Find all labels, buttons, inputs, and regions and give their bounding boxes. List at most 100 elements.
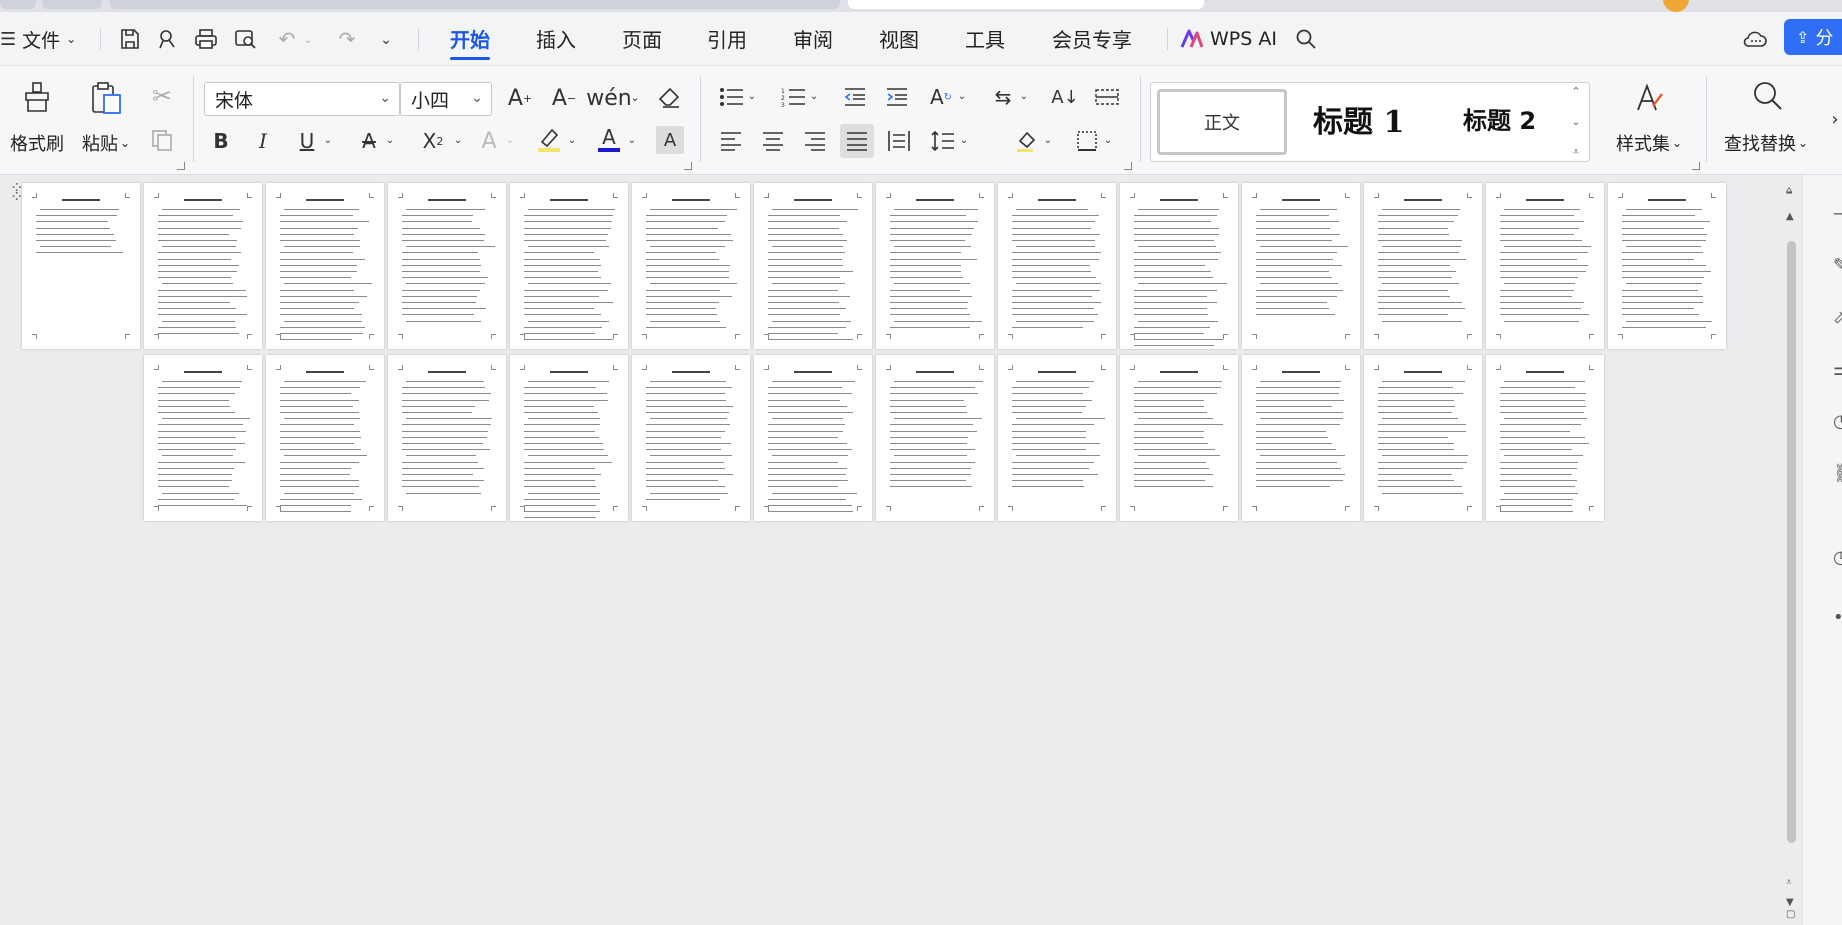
- phonetic-guide-icon[interactable]: wén: [586, 82, 631, 114]
- style-set-dropdown[interactable]: 样式集 ⌄: [1616, 130, 1682, 156]
- scroll-top-icon[interactable]: ⩠: [1786, 185, 1792, 196]
- grow-font-icon[interactable]: A +: [504, 82, 536, 114]
- page-thumbnail[interactable]: [1364, 355, 1482, 521]
- font-dialog-launcher[interactable]: [684, 162, 692, 170]
- sidebar-history-icon[interactable]: ◷: [1833, 547, 1842, 568]
- align-left-icon[interactable]: [716, 126, 746, 156]
- page-thumbnail[interactable]: [754, 355, 872, 521]
- chevron-down-icon[interactable]: ⌄: [1571, 115, 1580, 128]
- strikethrough-icon[interactable]: A: [354, 126, 384, 156]
- align-right-icon[interactable]: [800, 126, 830, 156]
- page-thumbnail[interactable]: [1608, 183, 1726, 349]
- underline-icon[interactable]: U: [292, 126, 322, 156]
- page-thumbnail[interactable]: [876, 183, 994, 349]
- shrink-font-icon[interactable]: A −: [548, 82, 580, 114]
- chevron-down-icon[interactable]: ⌄: [384, 134, 396, 146]
- font-size-select[interactable]: 小四 ⌄: [400, 82, 492, 116]
- chevron-down-icon[interactable]: ⌄: [376, 30, 396, 50]
- paragraph-dialog-launcher[interactable]: [1124, 162, 1132, 170]
- page-thumbnail[interactable]: [1242, 355, 1360, 521]
- window-tab[interactable]: [42, 0, 102, 9]
- sidebar-link-icon[interactable]: ⛓: [1833, 463, 1842, 484]
- save-icon[interactable]: [117, 26, 143, 52]
- page-thumbnail[interactable]: [266, 355, 384, 521]
- highlight-icon[interactable]: [534, 124, 564, 156]
- chevron-down-icon[interactable]: ⌄: [452, 134, 464, 146]
- tab-page[interactable]: 页面: [622, 22, 662, 54]
- export-pdf-icon[interactable]: [155, 26, 181, 52]
- bullet-list-icon[interactable]: [716, 82, 746, 112]
- page-thumbnail[interactable]: [144, 355, 262, 521]
- window-tab[interactable]: [110, 0, 840, 9]
- vertical-scrollbar[interactable]: ⩠ ▲ ⩡ ▼ ▢: [1782, 175, 1802, 925]
- sidebar-shape-icon[interactable]: ◔: [1833, 411, 1842, 432]
- shading-icon[interactable]: [1012, 126, 1042, 156]
- chevron-down-icon[interactable]: ⌄: [628, 90, 642, 104]
- decrease-indent-icon[interactable]: [840, 82, 870, 112]
- find-replace-dropdown[interactable]: 查找替换 ⌄: [1724, 130, 1808, 156]
- more-styles-icon[interactable]: ⩡: [1573, 145, 1579, 159]
- page-thumbnail[interactable]: [22, 183, 140, 349]
- page-thumbnail[interactable]: [1242, 183, 1360, 349]
- sort-icon[interactable]: A↓: [1050, 82, 1080, 112]
- redo-icon[interactable]: ↷: [334, 26, 360, 52]
- page-thumbnail[interactable]: [1120, 183, 1238, 349]
- chevron-down-icon[interactable]: ⌄: [322, 134, 334, 146]
- chevron-down-icon[interactable]: ⌄: [1018, 90, 1030, 102]
- justify-icon[interactable]: [840, 124, 874, 158]
- superscript-icon[interactable]: X2: [416, 126, 450, 156]
- increase-indent-icon[interactable]: [882, 82, 912, 112]
- window-tab-active[interactable]: [848, 0, 1204, 9]
- page-thumbnail[interactable]: [998, 355, 1116, 521]
- sidebar-select-icon[interactable]: ⬀: [1833, 307, 1842, 328]
- print-preview-icon[interactable]: [233, 26, 259, 52]
- page-thumbnail[interactable]: [1486, 355, 1604, 521]
- style-set-icon[interactable]: [1632, 80, 1668, 116]
- character-shading-icon[interactable]: A: [656, 126, 684, 154]
- cut-icon[interactable]: ✂: [148, 82, 176, 110]
- document-pages-view[interactable]: ⁘ ⁘: [0, 175, 1782, 925]
- find-icon[interactable]: [1750, 78, 1786, 114]
- avatar[interactable]: [1663, 0, 1689, 12]
- show-marks-icon[interactable]: [1092, 82, 1122, 112]
- style-heading-2[interactable]: 标题 2: [1463, 101, 1536, 136]
- select-browse-object-icon[interactable]: ▢: [1786, 909, 1795, 920]
- page-thumbnail[interactable]: [1120, 355, 1238, 521]
- page-thumbnail[interactable]: [632, 183, 750, 349]
- page-thumbnail[interactable]: [998, 183, 1116, 349]
- sidebar-dash-icon[interactable]: —: [1833, 203, 1842, 224]
- page-thumbnail[interactable]: [266, 183, 384, 349]
- text-effect-icon[interactable]: A: [474, 126, 504, 156]
- line-spacing-icon[interactable]: [928, 126, 958, 156]
- font-name-select[interactable]: 宋体 ⌄: [204, 82, 400, 116]
- chevron-down-icon[interactable]: ⌄: [1102, 134, 1114, 146]
- page-thumbnail[interactable]: [1364, 183, 1482, 349]
- paste-dropdown[interactable]: 粘贴 ⌄: [82, 130, 130, 156]
- chevron-down-icon[interactable]: ⌄: [504, 134, 516, 146]
- chevron-down-icon[interactable]: ⌄: [302, 34, 314, 46]
- page-thumbnail[interactable]: [388, 183, 506, 349]
- style-normal[interactable]: 正文: [1157, 89, 1287, 155]
- ribbon-expand-icon[interactable]: ›: [1828, 106, 1842, 132]
- tab-insert[interactable]: 插入: [536, 22, 576, 54]
- undo-icon[interactable]: ↶: [274, 26, 300, 52]
- chevron-down-icon[interactable]: ⌄: [1042, 134, 1054, 146]
- style-heading-1[interactable]: 标题 1: [1313, 97, 1404, 141]
- scroll-up-icon[interactable]: ▲: [1786, 211, 1794, 222]
- font-color-icon[interactable]: A: [594, 122, 624, 156]
- bold-icon[interactable]: B: [206, 126, 236, 156]
- cloud-icon[interactable]: [1740, 25, 1770, 53]
- sidebar-more-icon[interactable]: •: [1833, 607, 1842, 628]
- page-thumbnail[interactable]: [388, 355, 506, 521]
- numbered-list-icon[interactable]: 123: [778, 82, 808, 112]
- chevron-down-icon[interactable]: ⌄: [808, 90, 820, 102]
- distribute-icon[interactable]: [884, 126, 914, 156]
- share-button[interactable]: ⇪ 分: [1784, 19, 1842, 55]
- chevron-down-icon[interactable]: ⌄: [958, 134, 970, 146]
- page-thumbnail[interactable]: [1486, 183, 1604, 349]
- tab-references[interactable]: 引用: [707, 22, 747, 54]
- sidebar-adjust-icon[interactable]: ⚌: [1833, 359, 1842, 380]
- search-icon[interactable]: [1292, 25, 1320, 53]
- format-painter-label[interactable]: 格式刷: [10, 130, 64, 156]
- scroll-prev-page-icon[interactable]: ⩡: [1786, 877, 1792, 888]
